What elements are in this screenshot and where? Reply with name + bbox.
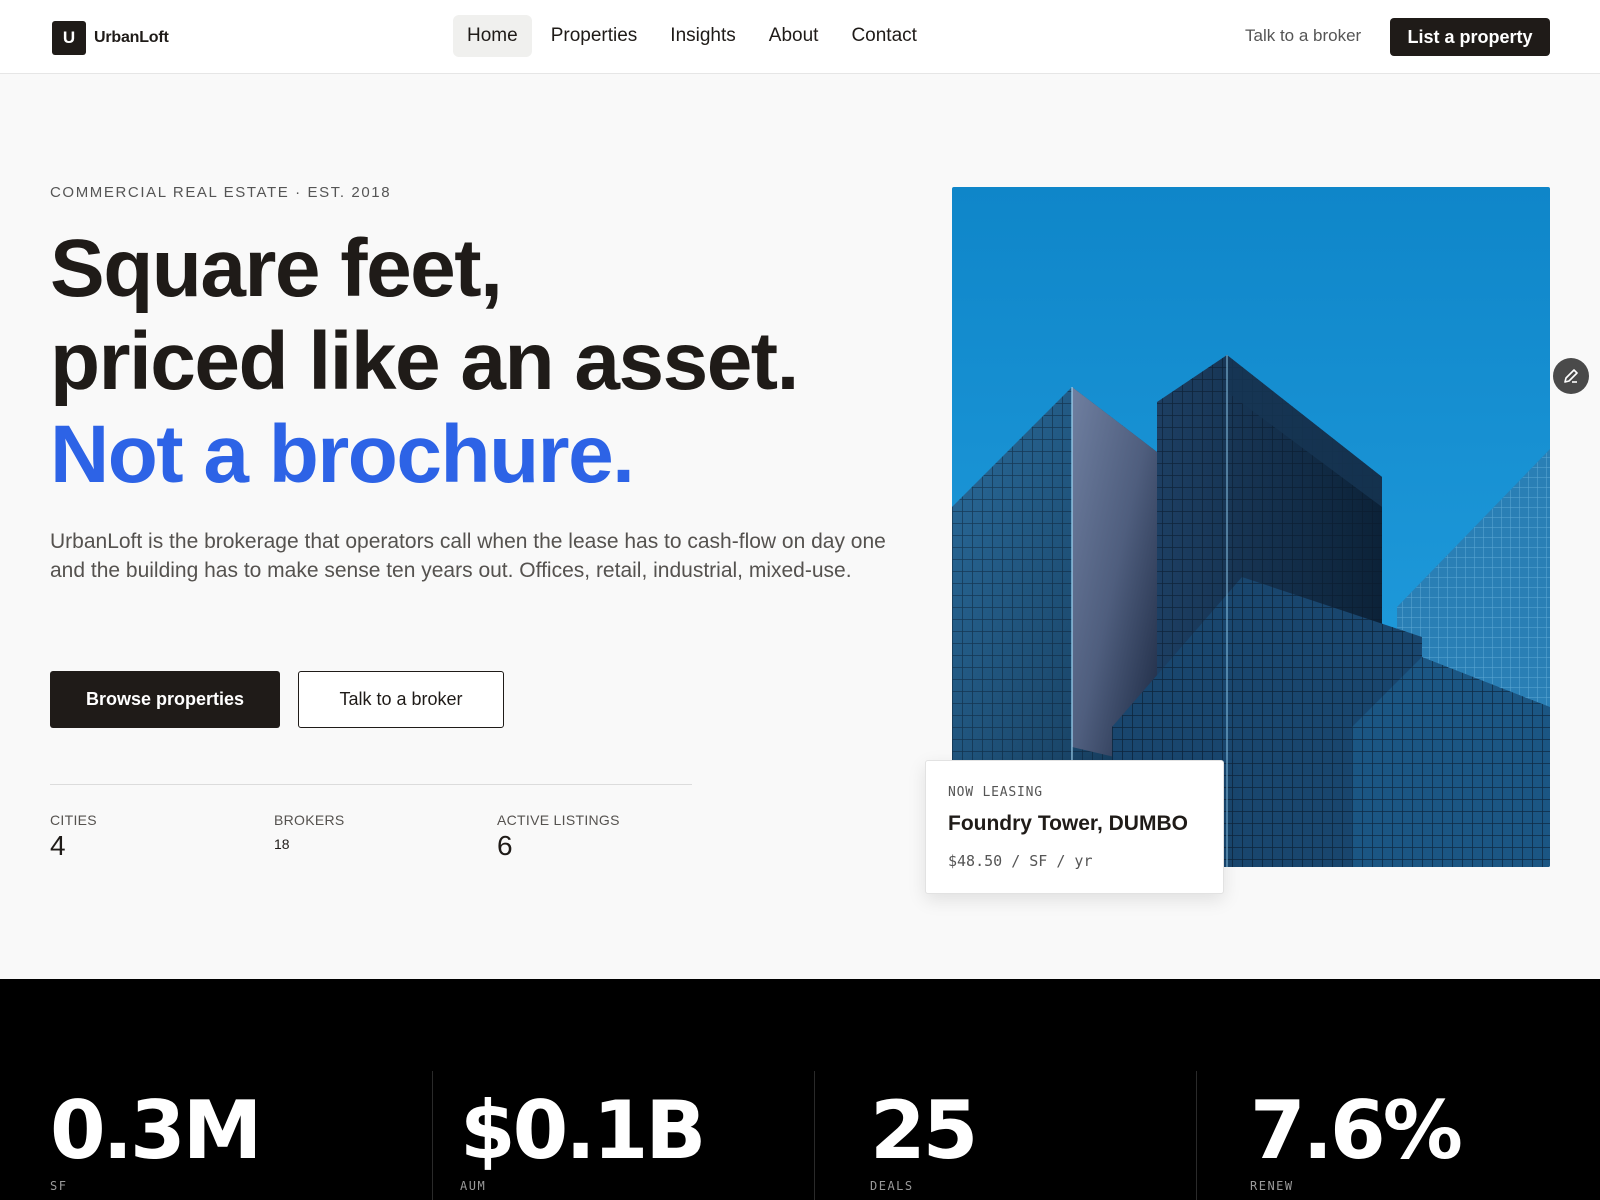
site-header: U UrbanLoft Home Properties Insights Abo… [0,0,1600,74]
brand-logo[interactable]: U UrbanLoft [52,21,169,55]
stat-value: 4 [50,830,66,861]
stat-value: 6 [497,830,513,861]
metric-aum: $0.1B AUM [460,1084,706,1194]
hero-headline: Square feet, priced like an asset. Not a… [50,222,910,501]
metric-label: DEALS [870,1179,914,1193]
stat-active-listings: ACTIVE LISTINGS 6 [497,812,620,862]
metric-deals: 25 DEALS [870,1084,978,1194]
stat-brokers: BROKERS 18 [274,812,345,852]
metric-label: AUM [460,1179,487,1193]
pencil-icon[interactable] [1553,358,1589,394]
nav-item-insights[interactable]: Insights [656,15,749,57]
stats-divider [50,784,692,785]
lease-price: $48.50 / SF / yr [948,852,1093,870]
metric-label: RENEW [1250,1179,1294,1193]
metric-value: $0.1B [460,1084,706,1177]
main-nav: Home Properties Insights About Contact [453,15,936,57]
stat-label: BROKERS [274,812,345,828]
headline-accent: Not a brochure. [50,409,635,500]
hero-lede: UrbanLoft is the brokerage that operator… [50,530,886,582]
lease-eyebrow: NOW LEASING [948,785,1043,800]
browse-properties-button[interactable]: Browse properties [50,671,280,728]
nav-item-home[interactable]: Home [453,15,532,57]
metrics-band: 0.3M SF $0.1B AUM 25 DEALS 7.6% RENEW [0,979,1600,1200]
stat-cities: CITIES 4 [50,812,97,862]
talk-to-broker-link[interactable]: Talk to a broker [1245,26,1361,46]
metric-sf: 0.3M SF [50,1084,262,1194]
metric-separator [1196,1071,1197,1200]
headline-line-1: Square feet, [50,223,503,314]
metric-value: 7.6% [1250,1084,1463,1177]
talk-to-broker-button[interactable]: Talk to a broker [298,671,504,728]
metric-value: 25 [870,1084,978,1177]
metric-renew: 7.6% RENEW [1250,1084,1463,1194]
metric-value: 0.3M [50,1084,262,1177]
lease-title: Foundry Tower, DUMBO [948,812,1188,835]
stat-label: ACTIVE LISTINGS [497,812,620,828]
metric-separator [814,1071,815,1200]
metric-label: SF [50,1179,68,1193]
stat-label: CITIES [50,812,97,828]
list-property-button[interactable]: List a property [1390,18,1550,56]
headline-line-2: priced like an asset. [50,316,799,407]
now-leasing-card[interactable]: NOW LEASING Foundry Tower, DUMBO $48.50 … [925,760,1224,894]
nav-item-contact[interactable]: Contact [837,15,930,57]
brand-name: UrbanLoft [94,29,169,46]
nav-item-about[interactable]: About [755,15,833,57]
metric-separator [432,1071,433,1200]
stat-value: 18 [274,836,290,852]
nav-item-properties[interactable]: Properties [537,15,652,57]
brand-mark: U [52,21,86,55]
hero-eyebrow: COMMERCIAL REAL ESTATE · EST. 2018 [50,184,392,201]
